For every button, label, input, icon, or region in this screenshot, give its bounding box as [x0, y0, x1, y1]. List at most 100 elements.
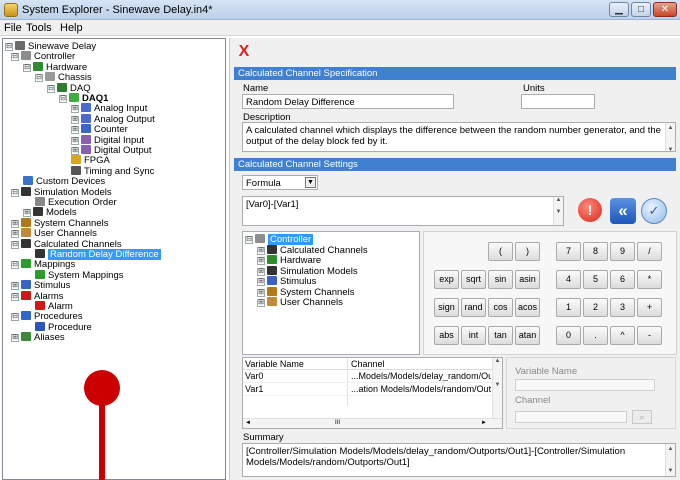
expander-icon[interactable]: ⊟ [59, 95, 67, 103]
key-button[interactable]: ( [488, 242, 513, 261]
key-button[interactable]: 8 [583, 242, 608, 261]
key-button[interactable]: - [637, 326, 662, 345]
expander-icon[interactable]: ⊟ [11, 261, 19, 270]
expander-icon[interactable]: ⊟ [47, 84, 55, 93]
expander-icon[interactable]: ⊞ [71, 105, 79, 114]
key-button[interactable]: 2 [583, 298, 608, 317]
key-button[interactable]: cos [488, 298, 513, 317]
channel-tree[interactable]: ⊟ Controller ⊞ Calculated Channels ⊞ Hardware… [242, 231, 420, 355]
close-icon[interactable]: X [234, 42, 254, 62]
expander-icon[interactable]: ⊞ [23, 209, 31, 218]
key-button[interactable]: 6 [610, 270, 635, 289]
expander-icon[interactable]: ⊞ [257, 288, 265, 297]
formula-text: [Var0]-[Var1] [246, 199, 299, 210]
menu-file[interactable]: File [4, 22, 22, 34]
key-button[interactable]: . [583, 326, 608, 345]
mode-select[interactable]: Formula ▼ [242, 175, 318, 190]
key-button[interactable]: tan [488, 326, 513, 345]
summary-scrollbar[interactable]: ▲ ▼ [665, 444, 675, 476]
channel-tree-label: Stimulus [280, 276, 317, 287]
key-button[interactable]: atan [515, 326, 540, 345]
close-button[interactable]: ✕ [653, 2, 677, 17]
expander-icon[interactable]: ⊞ [11, 334, 19, 343]
channel-field[interactable] [515, 411, 627, 423]
key-button[interactable]: 5 [583, 270, 608, 289]
channel-tree-label: Controller [268, 234, 314, 245]
expander-icon[interactable]: ⊟ [11, 240, 19, 249]
tree-item[interactable]: ⊞ Aliases [11, 332, 65, 344]
expander-icon[interactable]: ⊟ [11, 188, 19, 197]
key-button[interactable]: abs [434, 326, 459, 345]
expander-icon[interactable]: ⊞ [11, 282, 19, 291]
key-button[interactable]: acos [515, 298, 540, 317]
key-button[interactable]: 7 [556, 242, 581, 261]
key-button[interactable]: * [637, 270, 662, 289]
table-vscrollbar[interactable]: ▲ ▼ [492, 358, 502, 418]
var-name-field[interactable] [515, 379, 655, 391]
key-button[interactable]: sqrt [461, 270, 486, 289]
expander-icon[interactable]: ⊞ [71, 115, 79, 124]
expander-icon[interactable]: ⊞ [71, 147, 79, 155]
expander-icon[interactable]: ⊞ [257, 299, 265, 307]
col-channel[interactable]: Channel [351, 359, 385, 369]
key-button[interactable]: ^ [610, 326, 635, 345]
expander-icon[interactable]: ⊞ [257, 246, 265, 255]
key-button[interactable]: 9 [610, 242, 635, 261]
key-button[interactable]: rand [461, 298, 486, 317]
expander-icon[interactable]: ⊟ [11, 292, 19, 301]
name-field[interactable]: Random Delay Difference [242, 94, 454, 109]
expander-icon[interactable]: ⊞ [257, 257, 265, 265]
description-field[interactable]: A calculated channel which displays the … [242, 122, 676, 152]
key-button[interactable]: 0 [556, 326, 581, 345]
key-button[interactable]: sin [488, 270, 513, 289]
table-row-var0-channel[interactable]: ...Models/Models/delay_random/Outpo [351, 371, 491, 381]
error-icon[interactable]: ! [578, 198, 602, 222]
channel-tree-label: User Channels [280, 297, 343, 308]
key-button[interactable]: int [461, 326, 486, 345]
maximize-button[interactable]: □ [631, 2, 651, 17]
expander-icon[interactable]: ⊞ [11, 219, 19, 228]
summary-field[interactable]: [Controller/Simulation Models/Models/del… [242, 443, 676, 477]
key-button[interactable]: 1 [556, 298, 581, 317]
table-row-var1-channel[interactable]: ...ation Models/Models/random/Outpor [351, 384, 491, 394]
expander-icon[interactable]: ⊟ [23, 63, 31, 72]
formula-scrollbar[interactable]: ▲ ▼ [553, 197, 563, 225]
expander-icon[interactable]: ⊞ [71, 126, 79, 135]
key-button[interactable]: 3 [610, 298, 635, 317]
expander-icon[interactable]: ⊟ [11, 53, 19, 62]
expander-icon[interactable]: ⊞ [11, 230, 19, 239]
key-button[interactable]: / [637, 242, 662, 261]
expander-icon[interactable]: ⊟ [35, 74, 43, 83]
insert-channel-icon[interactable]: « [610, 198, 636, 224]
channel-tree-item[interactable]: ⊞ User Channels [257, 297, 343, 309]
menu-help[interactable]: Help [60, 22, 83, 34]
expander-icon[interactable]: ⊞ [257, 278, 265, 286]
key-button[interactable]: 4 [556, 270, 581, 289]
expander-icon[interactable]: ⊞ [257, 267, 265, 276]
properties-panel: X Calculated Channel Specification Name … [229, 38, 680, 480]
key-button[interactable]: asin [515, 270, 540, 289]
minimize-button[interactable]: ▁ [609, 2, 629, 17]
key-button[interactable]: sign [434, 298, 459, 317]
chevron-down-icon[interactable]: ▼ [305, 177, 316, 188]
formula-field[interactable]: [Var0]-[Var1] ▲ ▼ [242, 196, 564, 226]
expander-icon[interactable]: ⊟ [245, 236, 253, 244]
key-button[interactable]: + [637, 298, 662, 317]
expander-icon[interactable]: ⊟ [5, 43, 13, 51]
tree-item-label: Controller [34, 51, 76, 63]
expander-icon[interactable]: ⊞ [71, 136, 79, 145]
menu-tools[interactable]: Tools [26, 22, 52, 34]
validate-icon[interactable]: ✓ [641, 198, 667, 224]
browse-channel-icon[interactable]: ⌕ [632, 410, 652, 424]
menu-bar: File Tools Help [0, 20, 680, 36]
table-row-var0-name[interactable]: Var0 [245, 371, 263, 381]
table-row-var1-name[interactable]: Var1 [245, 384, 263, 394]
expander-icon[interactable]: ⊟ [11, 313, 19, 322]
description-scrollbar[interactable]: ▲ ▼ [665, 123, 675, 151]
units-field[interactable] [521, 94, 595, 109]
col-variable-name[interactable]: Variable Name [245, 359, 304, 369]
variable-table[interactable]: Variable Name Channel Var0 ...Models/Mod… [242, 357, 503, 429]
key-button[interactable]: exp [434, 270, 459, 289]
key-button[interactable]: ) [515, 242, 540, 261]
table-hscrollbar[interactable]: ◄ III ► [243, 418, 502, 428]
